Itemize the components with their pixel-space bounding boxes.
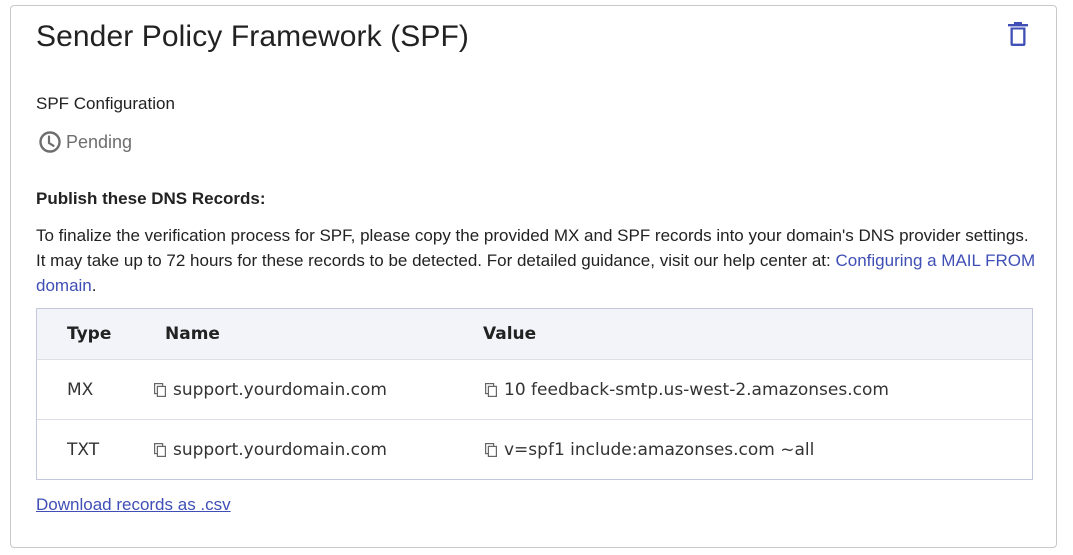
record-value: 10 feedback-smtp.us-west-2.amazonses.com bbox=[504, 379, 889, 400]
spf-card: Sender Policy Framework (SPF) SPF Config… bbox=[10, 5, 1057, 548]
table-row: TXT support.yourdomain.com v=spf1 includ… bbox=[37, 419, 1032, 479]
spf-configuration-label: SPF Configuration bbox=[36, 94, 175, 113]
record-type: MX bbox=[67, 379, 94, 400]
copy-icon[interactable] bbox=[154, 382, 168, 398]
column-header-name: Name bbox=[165, 324, 220, 344]
table-header-row: Type Name Value bbox=[37, 309, 1032, 359]
publish-heading: Publish these DNS Records: bbox=[36, 189, 266, 208]
status-badge: Pending bbox=[38, 130, 132, 154]
record-name-cell: support.yourdomain.com bbox=[134, 380, 452, 400]
column-header-type: Type bbox=[67, 324, 112, 344]
copy-icon[interactable] bbox=[485, 442, 499, 458]
record-name: support.yourdomain.com bbox=[173, 439, 387, 460]
record-name-cell: support.yourdomain.com bbox=[134, 440, 452, 460]
publish-description: To finalize the verification process for… bbox=[36, 223, 1036, 298]
dns-records-table: Type Name Value MX support.yourdomain.co… bbox=[36, 308, 1033, 480]
download-csv-link[interactable]: Download records as .csv bbox=[36, 495, 231, 515]
record-value-cell: v=spf1 include:amazonses.com ~all bbox=[452, 440, 1032, 460]
copy-icon[interactable] bbox=[485, 382, 499, 398]
trash-icon bbox=[1008, 22, 1028, 46]
card-title: Sender Policy Framework (SPF) bbox=[36, 20, 470, 53]
clock-icon bbox=[39, 131, 61, 153]
status-text: Pending bbox=[66, 131, 133, 152]
table-row: MX support.yourdomain.com 10 feedback-sm… bbox=[37, 359, 1032, 419]
record-value: v=spf1 include:amazonses.com ~all bbox=[504, 439, 815, 460]
delete-button[interactable] bbox=[1004, 19, 1032, 49]
column-header-value: Value bbox=[483, 324, 537, 344]
record-value-cell: 10 feedback-smtp.us-west-2.amazonses.com bbox=[452, 380, 1032, 400]
record-type: TXT bbox=[67, 439, 100, 460]
description-trailing: . bbox=[91, 276, 97, 295]
record-name: support.yourdomain.com bbox=[173, 379, 387, 400]
copy-icon[interactable] bbox=[154, 442, 168, 458]
